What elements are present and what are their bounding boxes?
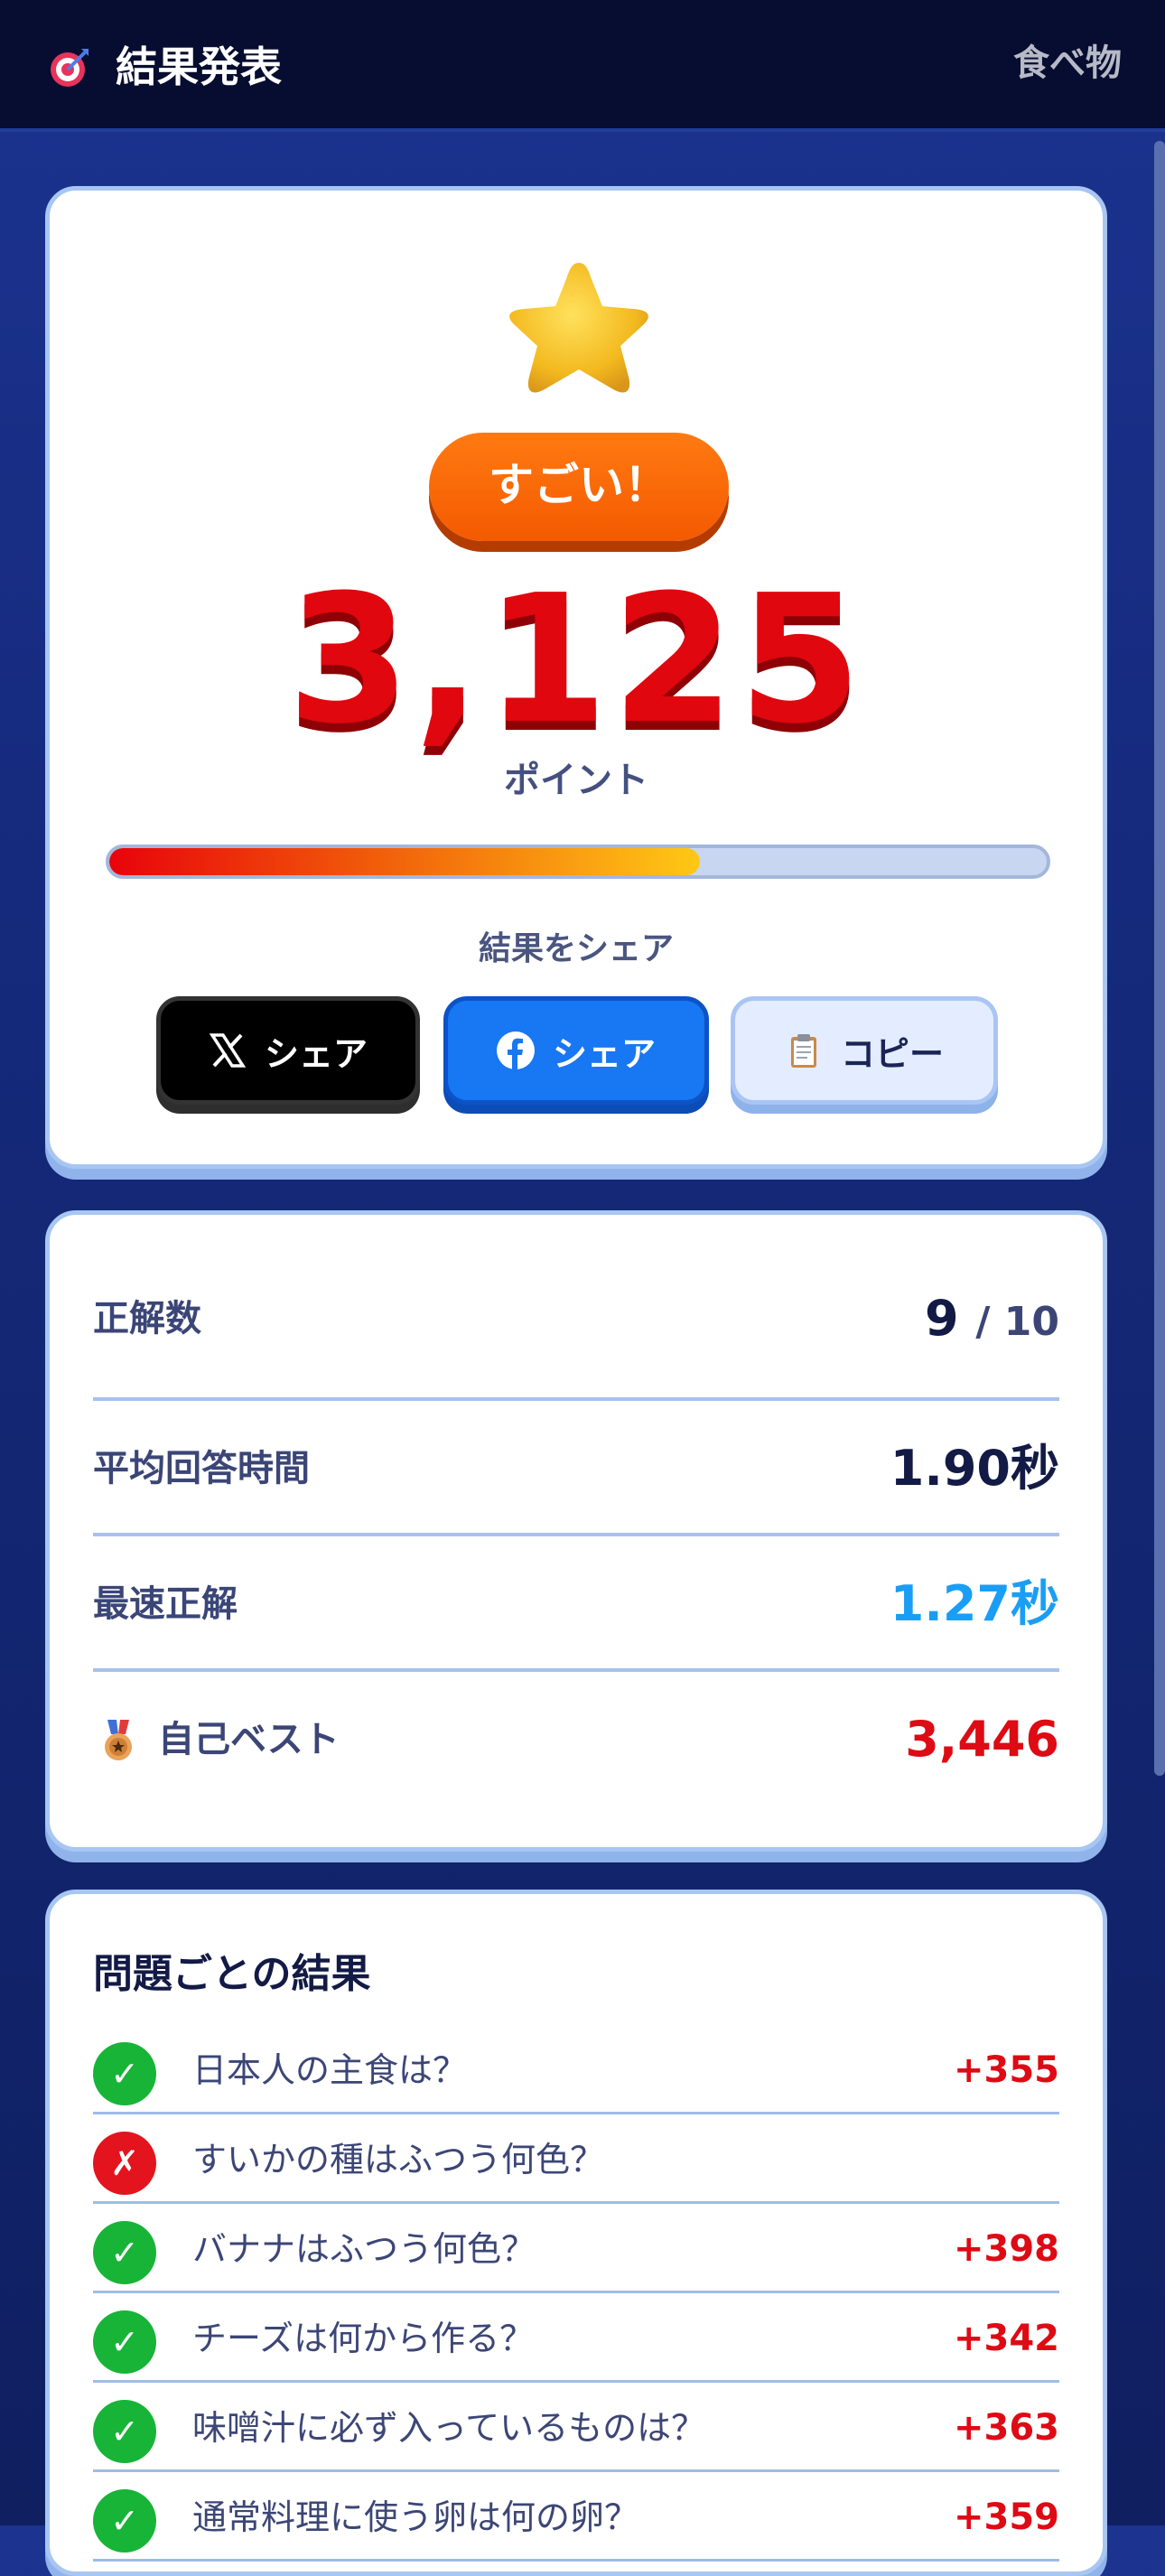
share-x-label: シェア <box>264 1033 368 1074</box>
x-logo-icon <box>209 1033 247 1068</box>
check-mark-icon: ✓ <box>93 2400 156 2463</box>
question-text: すいかの種はふつう何色？ <box>192 2140 605 2179</box>
question-points: +355 <box>953 2049 1059 2091</box>
share-facebook-label: シェア <box>552 1033 656 1074</box>
stat-personal-best: 自己ベスト 3,446 <box>93 1672 1059 1807</box>
star-icon <box>509 263 648 393</box>
stat-fastest-value: 1.27秒 <box>890 1575 1059 1632</box>
question-result-row: ✓ チーズは何から作る？ +342 <box>93 2294 1059 2383</box>
clipboard-icon <box>790 1034 816 1068</box>
medal-icon <box>105 1720 132 1760</box>
question-result-row: ✗ すいかの種はふつう何色？ <box>93 2115 1059 2204</box>
scrollbar[interactable] <box>1154 141 1165 1776</box>
medal-icon-wrap <box>100 1672 136 1807</box>
stat-best-value: 3,446 <box>905 1711 1059 1768</box>
score-card: すごい！ 3,125 ポイント 結果をシェア シェア シェア コピー <box>45 186 1107 1169</box>
check-mark-icon: ✓ <box>93 2042 156 2105</box>
stat-average-time-label: 平均回答時間 <box>93 1448 310 1489</box>
target-icon <box>51 49 89 87</box>
stat-average-time: 平均回答時間 1.90秒 <box>93 1401 1059 1536</box>
stat-best-label: 自己ベスト <box>158 1719 340 1760</box>
stat-correct-label: 正解数 <box>93 1298 201 1339</box>
copy-button[interactable]: コピー <box>731 996 998 1105</box>
check-mark-icon: ✓ <box>93 2310 156 2374</box>
stat-average-time-value: 1.90秒 <box>890 1440 1059 1497</box>
copy-label: コピー <box>840 1033 944 1074</box>
score-progress-bar <box>106 845 1050 879</box>
question-result-row: ✓ バナナはふつう何色？ +398 <box>93 2205 1059 2293</box>
question-text: 日本人の主食は？ <box>192 2050 468 2090</box>
question-text: 通常料理に使う卵は何の卵？ <box>192 2497 639 2537</box>
question-text: 味噌汁に必ず入っているものは？ <box>192 2408 706 2448</box>
stat-correct-total: / 10 <box>975 1299 1059 1345</box>
question-results-card: 問題ごとの結果 ✓ 日本人の主食は？ +355 ✗ すいかの種はふつう何色？ ✓ バナナはふ… <box>45 1890 1107 2576</box>
score-unit: ポイント <box>504 760 648 801</box>
page-title: 結果発表 <box>116 42 282 91</box>
stat-fastest-answer: 最速正解 1.27秒 <box>93 1536 1059 1672</box>
score-value: 3,125 <box>287 557 865 763</box>
category-label: 食べ物 <box>1013 42 1122 84</box>
stats-card: 正解数 9 / 10 平均回答時間 1.90秒 最速正解 1.27秒 自己ベスト… <box>45 1210 1107 1852</box>
question-result-row: ✓ 味噌汁に必ず入っているものは？ +363 <box>93 2384 1059 2472</box>
question-text: バナナはふつう何色？ <box>192 2229 536 2269</box>
app-header: 結果発表 食べ物 <box>0 0 1165 132</box>
question-result-row: ✓ 通常料理に使う卵は何の卵？ +359 <box>93 2473 1059 2562</box>
question-points: +363 <box>953 2407 1059 2449</box>
stat-correct-number: 9 <box>924 1290 959 1347</box>
stat-fastest-label: 最速正解 <box>93 1583 238 1625</box>
question-result-row: ✓ 日本人の主食は？ +355 <box>93 2026 1059 2114</box>
share-heading: 結果をシェア <box>478 930 674 967</box>
share-x-button[interactable]: シェア <box>156 996 420 1105</box>
score-progress-fill <box>109 848 700 875</box>
stat-correct-count: 正解数 9 / 10 <box>93 1251 1059 1386</box>
question-results-title: 問題ごとの結果 <box>93 1951 371 1997</box>
share-facebook-button[interactable]: シェア <box>443 996 709 1105</box>
question-points: +342 <box>953 2318 1059 2359</box>
check-mark-icon: ✓ <box>93 2221 156 2284</box>
question-text: チーズは何から作る？ <box>192 2319 535 2358</box>
question-points: +359 <box>953 2497 1059 2538</box>
question-points: +398 <box>953 2228 1059 2270</box>
facebook-logo-icon <box>496 1031 535 1069</box>
cross-mark-icon: ✗ <box>93 2132 156 2195</box>
check-mark-icon: ✓ <box>93 2489 156 2553</box>
rating-badge: すごい！ <box>429 433 729 541</box>
stat-correct-value: 9 / 10 <box>925 1251 1059 1386</box>
